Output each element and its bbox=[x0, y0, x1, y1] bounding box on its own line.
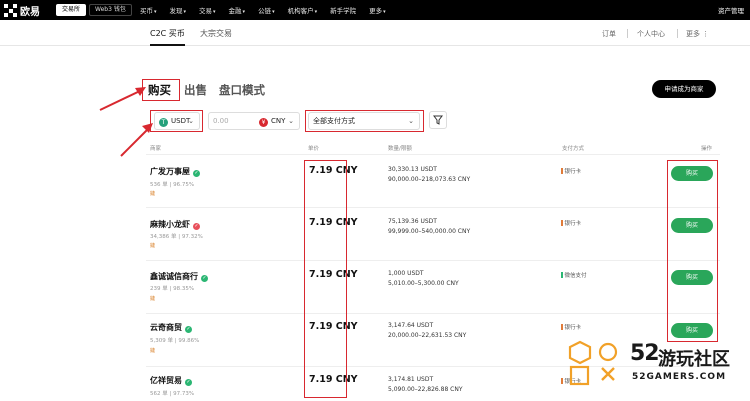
merchant-tag: 鏈 bbox=[150, 191, 156, 197]
quantity-limit: 75,139.36 USDT 99,999.00–540,000.00 CNY bbox=[388, 218, 471, 235]
nav-institutional[interactable]: 机构客户▾ bbox=[288, 5, 318, 15]
verified-icon: ✓ bbox=[185, 326, 192, 333]
merchant-name[interactable]: 鑫诚诚信商行 ✓ bbox=[150, 271, 208, 282]
highlight-box-price bbox=[304, 160, 347, 398]
become-merchant-button[interactable]: 申请成为商家 bbox=[652, 80, 716, 98]
merchant-name[interactable]: 云奇商贸 ✓ bbox=[150, 322, 192, 333]
nav-finance[interactable]: 金融▾ bbox=[229, 5, 246, 15]
divider bbox=[677, 29, 678, 38]
fiat-select[interactable]: ¥ CNY bbox=[255, 113, 285, 129]
merchant-name[interactable]: 亿祥贸易 ✓ bbox=[150, 375, 192, 386]
watermark-number: 52 bbox=[630, 341, 660, 366]
payment-marker-icon bbox=[561, 324, 563, 330]
filter-button[interactable] bbox=[429, 111, 447, 129]
orders-link[interactable]: 订单 bbox=[602, 29, 616, 39]
payment-marker-icon bbox=[561, 220, 563, 226]
tab-web3-wallet[interactable]: Web3 钱包 bbox=[89, 4, 132, 16]
highlight-box bbox=[305, 110, 424, 132]
watermark-subtext: 52GAMERS.COM bbox=[632, 372, 727, 382]
c2c-subnav: C2C 买币 大宗交易 订单 个人中心 更多 ⋮ bbox=[0, 20, 750, 46]
chevron-down-icon: ⌄ bbox=[288, 117, 294, 125]
top-nav-bar: 欧易 交易所 Web3 钱包 买币▾ 发现▾ 交易▾ 金融▾ 公链▾ 机构客户▾… bbox=[0, 0, 750, 20]
verified-icon: ✓ bbox=[193, 170, 200, 177]
merchant-tag: 鏈 bbox=[150, 296, 156, 302]
tab-exchange[interactable]: 交易所 bbox=[56, 4, 87, 16]
chevron-down-icon: ▾ bbox=[383, 9, 386, 15]
divider bbox=[146, 207, 720, 208]
highlight-box-actions bbox=[667, 160, 718, 342]
funnel-icon bbox=[433, 115, 443, 125]
col-payment: 支付方式 bbox=[562, 146, 585, 152]
col-amount-limit: 数量/限额 bbox=[388, 146, 412, 152]
nav-chain[interactable]: 公链▾ bbox=[258, 5, 275, 15]
quantity-limit: 3,174.81 USDT 5,090.00–22,826.88 CNY bbox=[388, 376, 463, 393]
amount-input[interactable]: 0.00 bbox=[209, 117, 229, 125]
merchant-name[interactable]: 麻辣小龙虾 ✓ bbox=[150, 219, 200, 230]
merchant-tag: 鏈 bbox=[150, 348, 156, 354]
payment-method: 微信支付 bbox=[561, 271, 587, 279]
watermark-text: 游玩社区 bbox=[658, 349, 730, 370]
mode-tabs: 交易所 Web3 钱包 bbox=[56, 4, 132, 16]
merchant-name[interactable]: 广发万事屋 ✓ bbox=[150, 166, 200, 177]
asset-management-link[interactable]: 资产管理 bbox=[718, 5, 744, 15]
more-dots-icon: ⋮ bbox=[702, 30, 710, 38]
divider bbox=[146, 313, 720, 314]
profile-link[interactable]: 个人中心 bbox=[637, 29, 665, 39]
chevron-down-icon: ▾ bbox=[272, 9, 275, 15]
annotation-arrow bbox=[99, 87, 146, 111]
watermark-logo-icon bbox=[568, 340, 618, 386]
cny-coin-icon: ¥ bbox=[259, 118, 268, 127]
verified-icon: ✓ bbox=[193, 223, 200, 230]
divider bbox=[146, 366, 720, 367]
chevron-down-icon: ▾ bbox=[242, 9, 246, 15]
chevron-down-icon: ▾ bbox=[154, 9, 157, 15]
divider bbox=[146, 154, 720, 155]
chevron-down-icon: ▾ bbox=[314, 9, 318, 15]
nav-buy-crypto[interactable]: 买币▾ bbox=[140, 5, 157, 15]
chevron-down-icon: ▾ bbox=[183, 9, 187, 15]
merchant-stats: 536 单 | 96.75% bbox=[150, 182, 195, 188]
nav-more[interactable]: 更多▾ bbox=[369, 5, 386, 15]
tab-c2c-buy[interactable]: C2C 买币 bbox=[150, 28, 185, 46]
merchant-stats: 5,309 单 | 99.86% bbox=[150, 338, 200, 344]
quantity-limit: 30,330.13 USDT 90,000.00–218,073.63 CNY bbox=[388, 166, 471, 183]
verified-icon: ✓ bbox=[201, 275, 208, 282]
quantity-limit: 1,000 USDT 5,010.00–5,300.00 CNY bbox=[388, 270, 459, 287]
merchant-stats: 562 单 | 97.73% bbox=[150, 391, 195, 397]
main-nav: 买币▾ 发现▾ 交易▾ 金融▾ 公链▾ 机构客户▾ 新手学院 更多▾ bbox=[140, 5, 386, 15]
payment-marker-icon bbox=[561, 378, 563, 384]
quantity-limit: 3,147.64 USDT 20,000.00–22,631.53 CNY bbox=[388, 322, 467, 339]
highlight-box bbox=[150, 110, 203, 132]
tab-orderbook-mode[interactable]: 盘口模式 bbox=[219, 82, 265, 98]
verified-icon: ✓ bbox=[185, 379, 192, 386]
okx-logo[interactable]: 欧易 bbox=[4, 3, 40, 18]
amount-and-fiat-field: 0.00 ¥ CNY ⌄ bbox=[208, 112, 300, 130]
merchant-stats: 239 单 | 98.35% bbox=[150, 286, 195, 292]
tab-sell[interactable]: 出售 bbox=[184, 82, 207, 98]
tab-block-trade[interactable]: 大宗交易 bbox=[200, 28, 232, 39]
divider bbox=[146, 260, 720, 261]
okx-logo-icon bbox=[4, 4, 17, 17]
nav-academy[interactable]: 新手学院 bbox=[330, 5, 356, 15]
payment-method: 银行卡 bbox=[561, 323, 581, 331]
chevron-down-icon: ▾ bbox=[213, 9, 216, 15]
col-merchant: 商家 bbox=[150, 146, 162, 152]
brand-name: 欧易 bbox=[20, 7, 40, 18]
more-menu[interactable]: 更多 ⋮ bbox=[686, 29, 709, 39]
payment-marker-icon bbox=[561, 168, 563, 174]
nav-discover[interactable]: 发现▾ bbox=[170, 5, 187, 15]
merchant-tag: 鏈 bbox=[150, 243, 156, 249]
merchant-stats: 34,386 单 | 97.32% bbox=[150, 234, 203, 240]
col-price: 单价 bbox=[308, 146, 320, 152]
payment-method: 银行卡 bbox=[561, 219, 581, 227]
payment-marker-icon bbox=[561, 272, 563, 278]
nav-trade[interactable]: 交易▾ bbox=[199, 5, 216, 15]
col-action: 操作 bbox=[701, 146, 713, 152]
divider bbox=[627, 29, 628, 38]
payment-method: 银行卡 bbox=[561, 167, 581, 175]
